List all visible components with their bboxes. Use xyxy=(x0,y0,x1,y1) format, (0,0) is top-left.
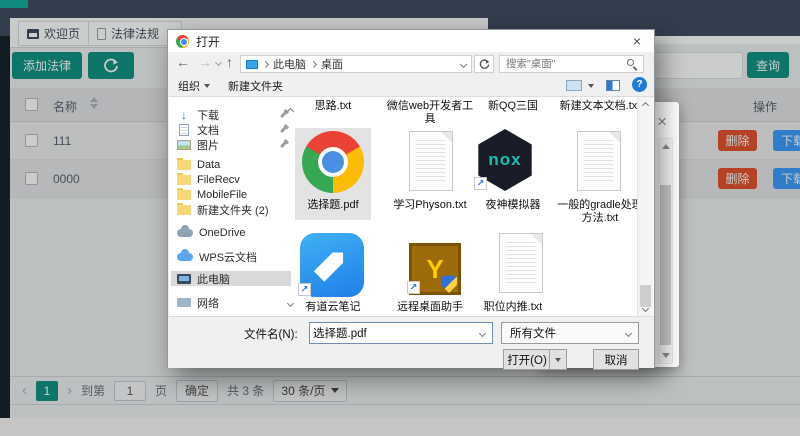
chevron-right-icon xyxy=(310,60,317,67)
file-item-label[interactable]: 远程桌面助手 xyxy=(377,301,483,314)
chevron-down-icon xyxy=(555,358,561,362)
nav-item-new-folder-2[interactable]: 新建文件夹 (2) xyxy=(177,202,285,217)
nav-item-wps-cloud[interactable]: WPS云文档 xyxy=(177,249,285,264)
pin-icon xyxy=(280,141,287,148)
dialog-footer: 文件名(N): 所有文件 打开(O) 取消 xyxy=(168,316,654,368)
search-icon xyxy=(627,59,634,66)
selected-file-label[interactable]: 选择题.pdf xyxy=(295,199,371,212)
address-refresh-button[interactable] xyxy=(474,55,494,73)
open-split-dropdown[interactable] xyxy=(549,350,566,369)
dialog-search-input[interactable] xyxy=(499,55,644,73)
breadcrumb-desktop[interactable]: 桌面 xyxy=(321,56,343,72)
file-item-label[interactable]: 职位内推.txt xyxy=(473,301,553,314)
file-item-label[interactable]: 学习Physon.txt xyxy=(384,199,476,212)
dialog-close-icon[interactable]: × xyxy=(620,30,654,52)
nav-item-pictures[interactable]: 图片 xyxy=(177,137,285,152)
breadcrumb-this-pc[interactable]: 此电脑 xyxy=(273,56,306,72)
help-icon[interactable]: ? xyxy=(632,77,647,92)
modal-close-icon[interactable]: × xyxy=(657,112,667,132)
download-icon: ↓ xyxy=(177,108,191,122)
shortcut-arrow-icon: ↗ xyxy=(298,283,311,296)
document-icon xyxy=(179,124,189,136)
pictures-icon xyxy=(177,140,191,150)
pin-icon xyxy=(280,111,287,118)
network-icon xyxy=(177,298,191,307)
txt-file-icon[interactable] xyxy=(577,131,621,191)
modal-scrollbar[interactable] xyxy=(658,138,673,364)
scroll-up-icon[interactable] xyxy=(662,144,670,149)
scrollbar-thumb[interactable] xyxy=(640,285,651,307)
nav-item-documents[interactable]: 文档 xyxy=(177,122,285,137)
breadcrumb-dropdown-icon[interactable] xyxy=(460,60,467,67)
folder-icon xyxy=(177,190,191,200)
dialog-title: 打开 xyxy=(196,33,220,50)
nav-item-network[interactable]: 网络 xyxy=(177,295,285,310)
pdf-chrome-icon[interactable] xyxy=(302,131,364,193)
filename-label: 文件名(N): xyxy=(244,326,298,342)
scrollbar-thumb[interactable] xyxy=(660,185,671,345)
cancel-button[interactable]: 取消 xyxy=(593,349,639,370)
shortcut-arrow-icon: ↗ xyxy=(474,177,487,190)
shortcut-arrow-icon: ↗ xyxy=(407,281,420,294)
folder-icon xyxy=(177,160,191,170)
up-icon[interactable]: ↑ xyxy=(226,54,233,70)
dialog-body: ↓下载 文档 图片 Data FileRecv MobileFile 新建文件夹… xyxy=(169,96,654,316)
open-button[interactable]: 打开(O) xyxy=(503,349,567,370)
filetype-select[interactable]: 所有文件 xyxy=(501,322,639,344)
file-item-label[interactable]: 思路.txt xyxy=(295,100,371,113)
file-item-label[interactable]: 夜神模拟器 xyxy=(479,199,547,212)
screen: 添加法律 查询 名称 操作 111 删除 下载 0000 删除 下载 ‹ 1 › xyxy=(0,0,800,436)
nav-item-downloads[interactable]: ↓下载 xyxy=(177,107,285,122)
dialog-titlebar[interactable]: 打开 xyxy=(168,30,654,52)
chevron-down-icon xyxy=(625,330,632,337)
onedrive-icon xyxy=(177,229,193,237)
file-list-scrollbar[interactable] xyxy=(637,97,653,317)
nav-item-data[interactable]: Data xyxy=(177,157,285,172)
folder-icon xyxy=(177,205,191,215)
file-item-label[interactable]: 一般的gradle处理方法.txt xyxy=(553,199,647,225)
refresh-icon xyxy=(479,59,490,70)
nav-item-filerecv[interactable]: FileRecv xyxy=(177,172,285,187)
sidebar-scroll-up-icon[interactable] xyxy=(287,108,294,115)
breadcrumb[interactable]: 此电脑 桌面 xyxy=(240,55,472,73)
nav-history-chevron-icon[interactable] xyxy=(215,59,222,66)
file-item-label[interactable]: 新QQ三国 xyxy=(479,100,547,113)
nav-item-this-pc[interactable]: 此电脑 xyxy=(171,271,291,286)
computer-icon xyxy=(177,274,191,284)
new-folder-button[interactable]: 新建文件夹 xyxy=(228,78,283,94)
chevron-right-icon xyxy=(262,60,269,67)
scroll-up-icon[interactable] xyxy=(642,102,649,109)
forward-icon[interactable]: → xyxy=(198,54,212,70)
txt-file-icon[interactable] xyxy=(409,131,453,191)
scroll-down-icon[interactable] xyxy=(662,353,670,358)
txt-file-icon[interactable] xyxy=(499,233,543,293)
chevron-down-icon xyxy=(204,84,210,88)
back-icon[interactable]: ← xyxy=(176,54,190,70)
chevron-down-icon[interactable] xyxy=(479,330,486,337)
view-thumbnails-icon[interactable] xyxy=(566,80,582,91)
nav-item-onedrive[interactable]: OneDrive xyxy=(177,225,285,240)
organize-menu[interactable]: 组织 xyxy=(178,78,210,94)
chrome-icon xyxy=(176,35,189,48)
nav-item-mobilefile[interactable]: MobileFile xyxy=(177,187,285,202)
file-item-label[interactable]: 有道云笔记 xyxy=(293,301,373,314)
file-item-label[interactable]: 微信web开发者工具 xyxy=(384,100,476,126)
file-item-label[interactable]: 新建文本文档.txt xyxy=(553,100,647,113)
filename-input[interactable] xyxy=(313,325,471,341)
view-dropdown-icon[interactable] xyxy=(588,84,594,88)
pin-icon xyxy=(280,126,287,133)
wps-cloud-icon xyxy=(177,253,193,261)
file-open-dialog: 打开 × ← → ↑ 此电脑 桌面 组织 新建文件夹 ? ↓下载 文档 xyxy=(167,29,655,368)
filetype-value: 所有文件 xyxy=(510,325,556,341)
desktop-icon xyxy=(246,60,258,69)
folder-icon xyxy=(177,175,191,185)
preview-pane-icon[interactable] xyxy=(606,80,620,91)
open-button-label: 打开(O) xyxy=(507,352,547,368)
filename-combo[interactable] xyxy=(309,322,493,344)
